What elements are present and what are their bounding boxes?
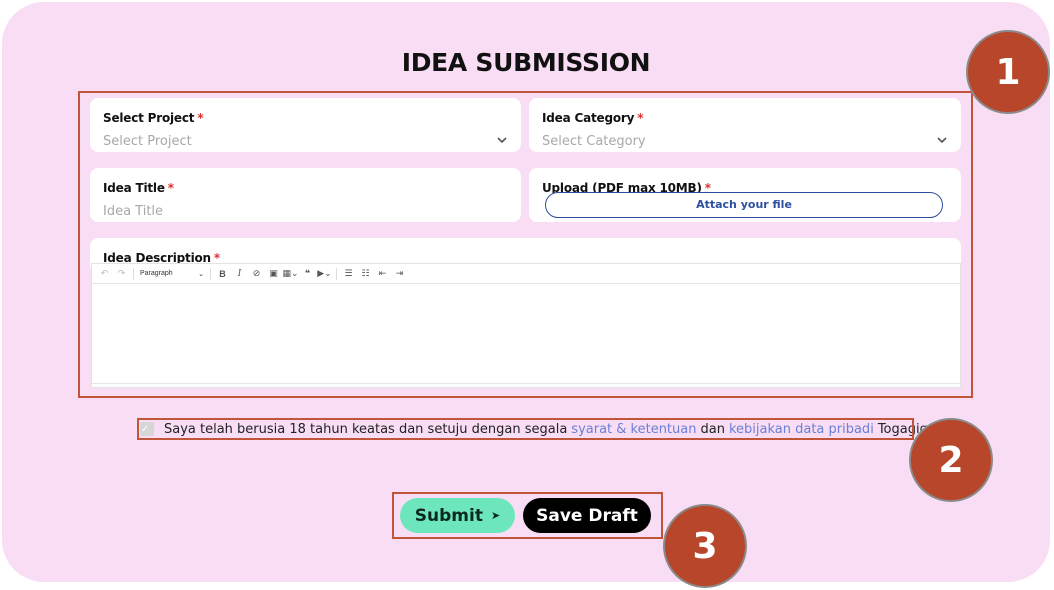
editor-toolbar: ↶ ↷ Paragraph ⌄ B I ⊘ ▣ ▦⌄ ❝ ▶⌄ ☰ ☷ ⇤ ⇥ (92, 264, 960, 284)
send-icon: ➤ (490, 509, 501, 522)
required-marker: * (167, 181, 174, 195)
toolbar-divider (210, 267, 211, 280)
select-project-field[interactable]: Select Project * Select Project (90, 98, 521, 152)
media-icon[interactable]: ▶⌄ (316, 266, 333, 282)
terms-link[interactable]: syarat & ketentuan (571, 422, 696, 437)
save-draft-button[interactable]: Save Draft (523, 498, 651, 533)
check-icon: ✓ (140, 423, 150, 435)
numbered-list-icon[interactable]: ☷ (357, 266, 374, 282)
chevron-down-icon (497, 137, 507, 144)
idea-title-placeholder: Idea Title (103, 204, 164, 219)
consent-text: Saya telah berusia 18 tahun keatas dan s… (164, 421, 568, 437)
select-project-label: Select Project (103, 111, 195, 125)
required-marker: * (637, 111, 644, 125)
select-project-placeholder: Select Project (103, 134, 192, 149)
annotation-marker-1: 1 (966, 30, 1050, 114)
editor-content-area[interactable] (92, 284, 960, 384)
required-marker: * (197, 111, 204, 125)
page-title: IDEA SUBMISSION (401, 48, 651, 77)
block-format-dropdown[interactable]: Paragraph ⌄ (137, 270, 207, 278)
submit-button[interactable]: Submit ➤ (400, 498, 515, 533)
toolbar-divider (133, 267, 134, 280)
submit-label: Submit (414, 505, 483, 526)
privacy-policy-link[interactable]: kebijakan data pribadi (729, 422, 874, 437)
consent-row: ✓ Saya telah berusia 18 tahun keatas dan… (140, 420, 932, 438)
idea-category-field[interactable]: Idea Category * Select Category (529, 98, 961, 152)
italic-icon[interactable]: I (231, 266, 248, 282)
idea-category-placeholder: Select Category (542, 134, 646, 149)
toolbar-divider (336, 267, 337, 280)
bold-icon[interactable]: B (214, 266, 231, 282)
idea-category-label: Idea Category (542, 111, 635, 125)
bulleted-list-icon[interactable]: ☰ (340, 266, 357, 282)
redo-icon[interactable]: ↷ (113, 266, 130, 282)
annotation-marker-2: 2 (909, 418, 993, 502)
quote-icon[interactable]: ❝ (299, 266, 316, 282)
table-icon[interactable]: ▦⌄ (282, 266, 299, 282)
idea-title-field[interactable]: Idea Title * Idea Title (90, 168, 521, 222)
consent-checkbox[interactable]: ✓ (140, 422, 154, 436)
attach-file-button[interactable]: Attach your file (545, 192, 943, 218)
rich-text-editor: ↶ ↷ Paragraph ⌄ B I ⊘ ▣ ▦⌄ ❝ ▶⌄ ☰ ☷ ⇤ ⇥ (91, 263, 961, 388)
chevron-down-icon (937, 137, 947, 144)
outdent-icon[interactable]: ⇤ (374, 266, 391, 282)
undo-icon[interactable]: ↶ (96, 266, 113, 282)
link-icon[interactable]: ⊘ (248, 266, 265, 282)
block-format-value: Paragraph (140, 269, 173, 277)
annotation-marker-3: 3 (663, 504, 747, 588)
chevron-down-icon: ⌄ (198, 270, 204, 278)
editor-status-bar (92, 383, 960, 387)
indent-icon[interactable]: ⇥ (391, 266, 408, 282)
upload-field: Upload (PDF max 10MB) * Attach your file (529, 168, 961, 222)
image-icon[interactable]: ▣ (265, 266, 282, 282)
idea-title-label: Idea Title (103, 181, 165, 195)
consent-text-middle: dan (700, 421, 725, 437)
